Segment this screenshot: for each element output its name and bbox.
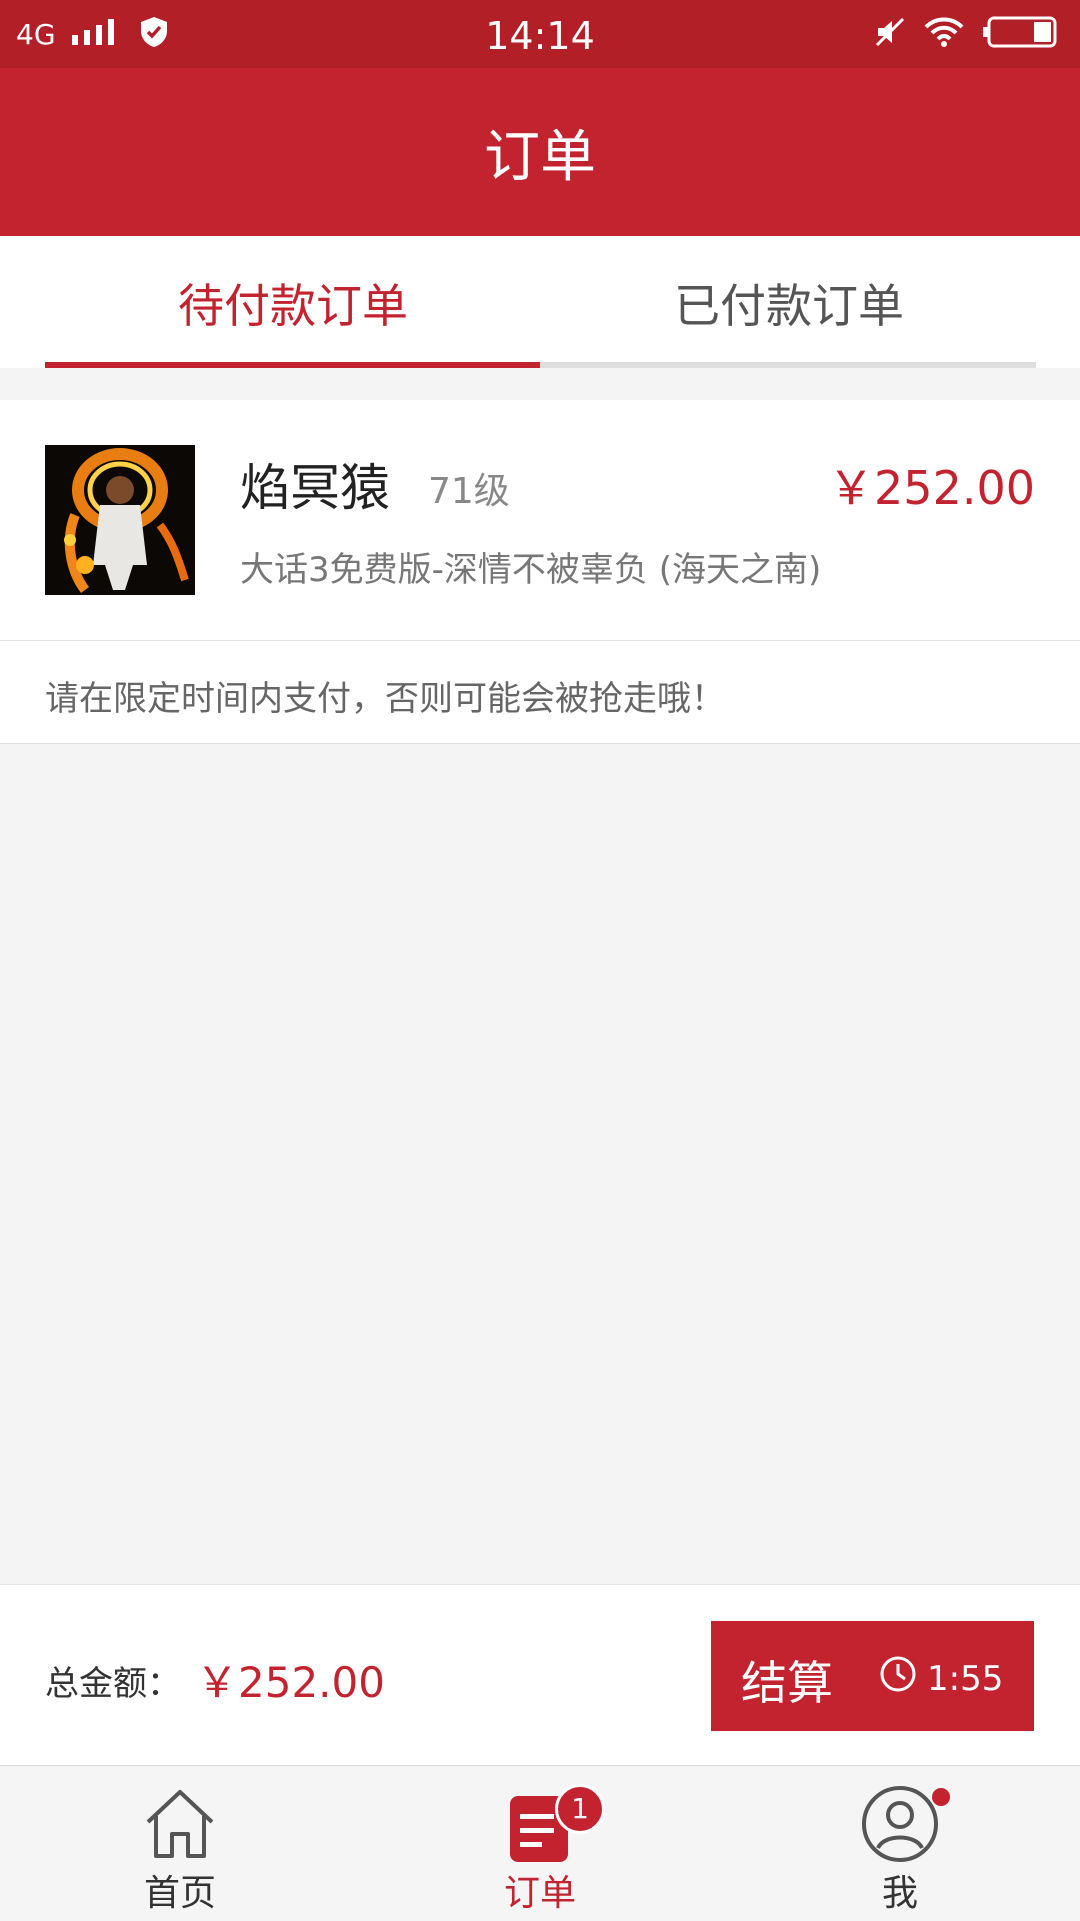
- countdown-timer: 1:55: [879, 1655, 1003, 1702]
- nav-item-me[interactable]: 我: [800, 1766, 1000, 1921]
- order-tabs: 待付款订单 已付款订单: [0, 236, 1080, 368]
- page-title: 订单: [484, 124, 596, 190]
- home-icon: [140, 1784, 220, 1864]
- clock-icon: [879, 1655, 917, 1702]
- nav-item-orders[interactable]: 1 订单: [440, 1766, 640, 1921]
- payment-notice: 请在限定时间内支付，否则可能会被抢走哦！: [0, 641, 1080, 744]
- bottom-nav: 首页 1 订单 我: [0, 1765, 1080, 1921]
- nav-item-home[interactable]: 首页: [80, 1766, 280, 1921]
- order-item[interactable]: 焰冥猿 71级 ￥252.00 大话3免费版-深情不被辜负 (海天之南): [0, 400, 1080, 641]
- checkout-button[interactable]: 结算 1:55: [711, 1621, 1034, 1731]
- item-level: 71级: [428, 471, 510, 512]
- item-server: 大话3免费版-深情不被辜负 (海天之南): [240, 550, 822, 590]
- nav-label-me: 我: [881, 1873, 918, 1914]
- nav-label-orders: 订单: [503, 1873, 576, 1914]
- total-label: 总金额：: [45, 1664, 181, 1704]
- wifi-icon: [924, 16, 964, 52]
- tab-indicator: [45, 362, 540, 368]
- countdown-value: 1:55: [927, 1658, 1004, 1699]
- tab-unpaid-orders[interactable]: 待付款订单: [45, 270, 541, 336]
- battery-icon: [982, 15, 1058, 53]
- app-bar: 订单: [0, 68, 1080, 236]
- profile-icon: [860, 1784, 940, 1864]
- status-bar: 4G 14:14: [0, 0, 1080, 68]
- tab-paid-orders[interactable]: 已付款订单: [541, 270, 1037, 336]
- item-price: ￥252.00: [828, 461, 1035, 515]
- total-amount: ￥252.00: [196, 1658, 385, 1707]
- checkout-button-label: 结算: [741, 1656, 833, 1710]
- nav-label-home: 首页: [143, 1873, 216, 1914]
- status-right: [874, 14, 1058, 54]
- profile-notification-dot: [932, 1788, 950, 1806]
- checkout-bar: 总金额： ￥252.00 结算 1:55: [0, 1584, 1080, 1765]
- item-name: 焰冥猿: [240, 459, 390, 517]
- mute-icon: [874, 16, 906, 52]
- item-thumbnail: [45, 445, 195, 595]
- payment-notice-text: 请在限定时间内支付，否则可能会被抢走哦！: [45, 679, 725, 719]
- orders-badge: 1: [555, 1784, 605, 1834]
